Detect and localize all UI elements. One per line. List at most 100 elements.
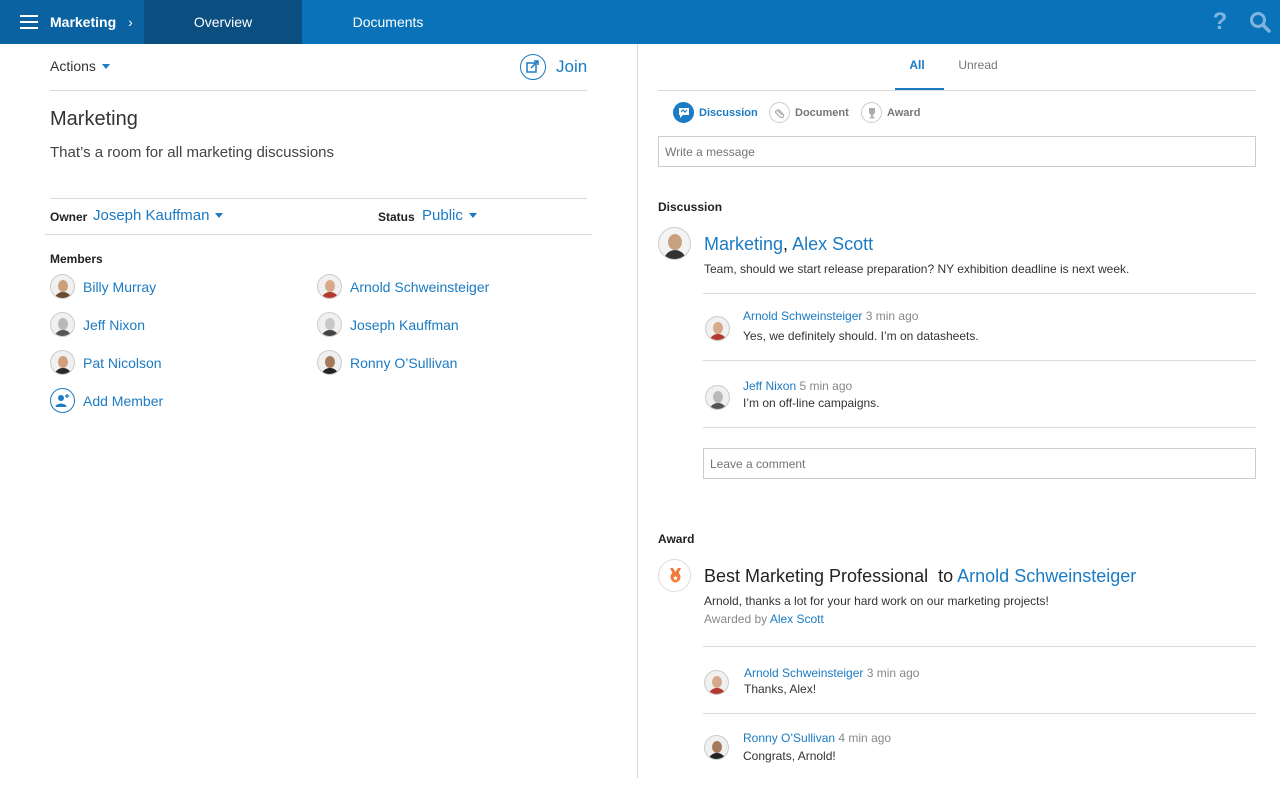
avatar xyxy=(705,385,730,410)
tab-all[interactable]: All xyxy=(895,58,939,72)
caret-down-icon xyxy=(215,213,224,218)
comment-text: Congrats, Arnold! xyxy=(743,749,836,763)
member-item[interactable]: Jeff Nixon xyxy=(50,312,145,337)
awarded-by-link[interactable]: Alex Scott xyxy=(770,612,824,626)
comment-text: Yes, we definitely should. I’m on datash… xyxy=(743,329,979,343)
member-name: Jeff Nixon xyxy=(83,316,145,333)
divider xyxy=(703,713,1256,714)
divider xyxy=(50,90,587,91)
section-title-award: Award xyxy=(658,532,695,546)
avatar xyxy=(317,350,342,375)
awarded-by: Awarded by Alex Scott xyxy=(704,612,824,626)
trophy-icon xyxy=(861,102,882,123)
caret-down-icon xyxy=(101,63,110,69)
post-header-separator: , xyxy=(783,234,789,254)
post-type-label: Discussion xyxy=(699,106,758,119)
actions-dropdown[interactable]: Actions xyxy=(50,58,110,74)
member-item[interactable]: Pat Nicolson xyxy=(50,350,162,375)
actions-label: Actions xyxy=(50,58,96,74)
owner-value: Joseph Kauffman xyxy=(93,207,210,224)
comment-author-link[interactable]: Ronny O’Sullivan xyxy=(743,731,835,745)
post-type-discussion[interactable]: Discussion xyxy=(673,102,758,123)
award-to-word: to xyxy=(938,566,954,586)
status-label: Status xyxy=(378,210,415,224)
awarded-by-label: Awarded by xyxy=(704,612,768,626)
post-room-link[interactable]: Marketing xyxy=(704,234,783,254)
avatar xyxy=(658,227,691,260)
room-menu[interactable]: Marketing › xyxy=(0,0,144,44)
member-name: Billy Murray xyxy=(83,278,157,295)
tab-documents[interactable]: Documents xyxy=(302,0,474,44)
divider xyxy=(703,427,1256,428)
owner-dropdown[interactable]: Joseph Kauffman xyxy=(93,207,224,224)
member-name: Ronny O’Sullivan xyxy=(350,354,458,371)
comment-author-link[interactable]: Arnold Schweinsteiger xyxy=(744,666,863,680)
member-item[interactable]: Billy Murray xyxy=(50,274,156,299)
avatar xyxy=(317,312,342,337)
member-item[interactable]: Ronny O’Sullivan xyxy=(317,350,457,375)
divider xyxy=(703,360,1256,361)
caret-down-icon xyxy=(468,213,477,218)
comment-author-link[interactable]: Jeff Nixon xyxy=(743,379,796,393)
comment-time: 3 min ago xyxy=(866,666,920,680)
avatar xyxy=(704,735,729,760)
add-member-label: Add Member xyxy=(83,392,164,409)
avatar xyxy=(705,316,730,341)
post-body: Team, should we start release preparatio… xyxy=(704,262,1130,276)
award-name: Best Marketing Professional xyxy=(704,566,929,586)
chevron-right-icon: › xyxy=(128,14,133,30)
room-name: Marketing xyxy=(50,14,117,30)
join-icon xyxy=(520,54,546,80)
divider xyxy=(658,90,1256,91)
comment-meta: Arnold Schweinsteiger 3 min ago xyxy=(744,666,919,680)
comment-meta: Jeff Nixon 5 min ago xyxy=(743,379,852,393)
comment-author-link[interactable]: Arnold Schweinsteiger xyxy=(743,309,862,323)
post-type-label: Document xyxy=(795,106,849,119)
avatar xyxy=(50,350,75,375)
help-icon[interactable]: ? xyxy=(1210,9,1230,35)
avatar xyxy=(50,274,75,299)
avatar xyxy=(704,670,729,695)
section-title-discussion: Discussion xyxy=(658,200,723,214)
divider xyxy=(703,293,1256,294)
divider xyxy=(45,234,592,235)
member-item[interactable]: Joseph Kauffman xyxy=(317,312,459,337)
post-author-link[interactable]: Alex Scott xyxy=(792,234,873,254)
room-description: That’s a room for all marketing discussi… xyxy=(50,144,335,161)
member-item[interactable]: Arnold Schweinsteiger xyxy=(317,274,489,299)
join-button[interactable]: Join xyxy=(520,54,587,80)
member-name: Pat Nicolson xyxy=(83,354,162,371)
tab-unread[interactable]: Unread xyxy=(952,58,1004,72)
post-type-document[interactable]: Document xyxy=(769,102,849,123)
member-name: Joseph Kauffman xyxy=(350,316,459,333)
award-body: Arnold, thanks a lot for your hard work … xyxy=(704,594,1049,608)
tab-overview[interactable]: Overview xyxy=(144,0,302,44)
award-icon xyxy=(658,559,691,592)
search-icon[interactable] xyxy=(1249,11,1271,33)
page-title: Marketing xyxy=(50,108,138,130)
comment-time: 5 min ago xyxy=(799,379,853,393)
member-name: Arnold Schweinsteiger xyxy=(350,278,490,295)
divider xyxy=(50,198,587,199)
comment-text: Thanks, Alex! xyxy=(744,682,817,696)
avatar xyxy=(317,274,342,299)
comment-input[interactable] xyxy=(703,448,1256,479)
add-member-button[interactable]: Add Member xyxy=(50,388,163,413)
members-title: Members xyxy=(50,252,103,266)
award-recipient-link[interactable]: Arnold Schweinsteiger xyxy=(957,566,1136,586)
pane-divider xyxy=(637,44,638,778)
discussion-icon xyxy=(673,102,694,123)
comment-time: 4 min ago xyxy=(838,731,892,745)
divider xyxy=(703,646,1256,647)
status-dropdown[interactable]: Public xyxy=(422,207,477,224)
paperclip-icon xyxy=(769,102,790,123)
post-type-award[interactable]: Award xyxy=(861,102,920,123)
post-header: Marketing, Alex Scott xyxy=(704,234,873,255)
award-header: Best Marketing Professional to Arnold Sc… xyxy=(704,566,1136,587)
comment-text: I’m on off-line campaigns. xyxy=(743,396,880,410)
post-type-label: Award xyxy=(887,106,921,119)
hamburger-icon[interactable] xyxy=(20,15,38,29)
comment-meta: Arnold Schweinsteiger 3 min ago xyxy=(743,309,918,323)
owner-label: Owner xyxy=(50,210,88,224)
message-input[interactable] xyxy=(658,136,1256,167)
